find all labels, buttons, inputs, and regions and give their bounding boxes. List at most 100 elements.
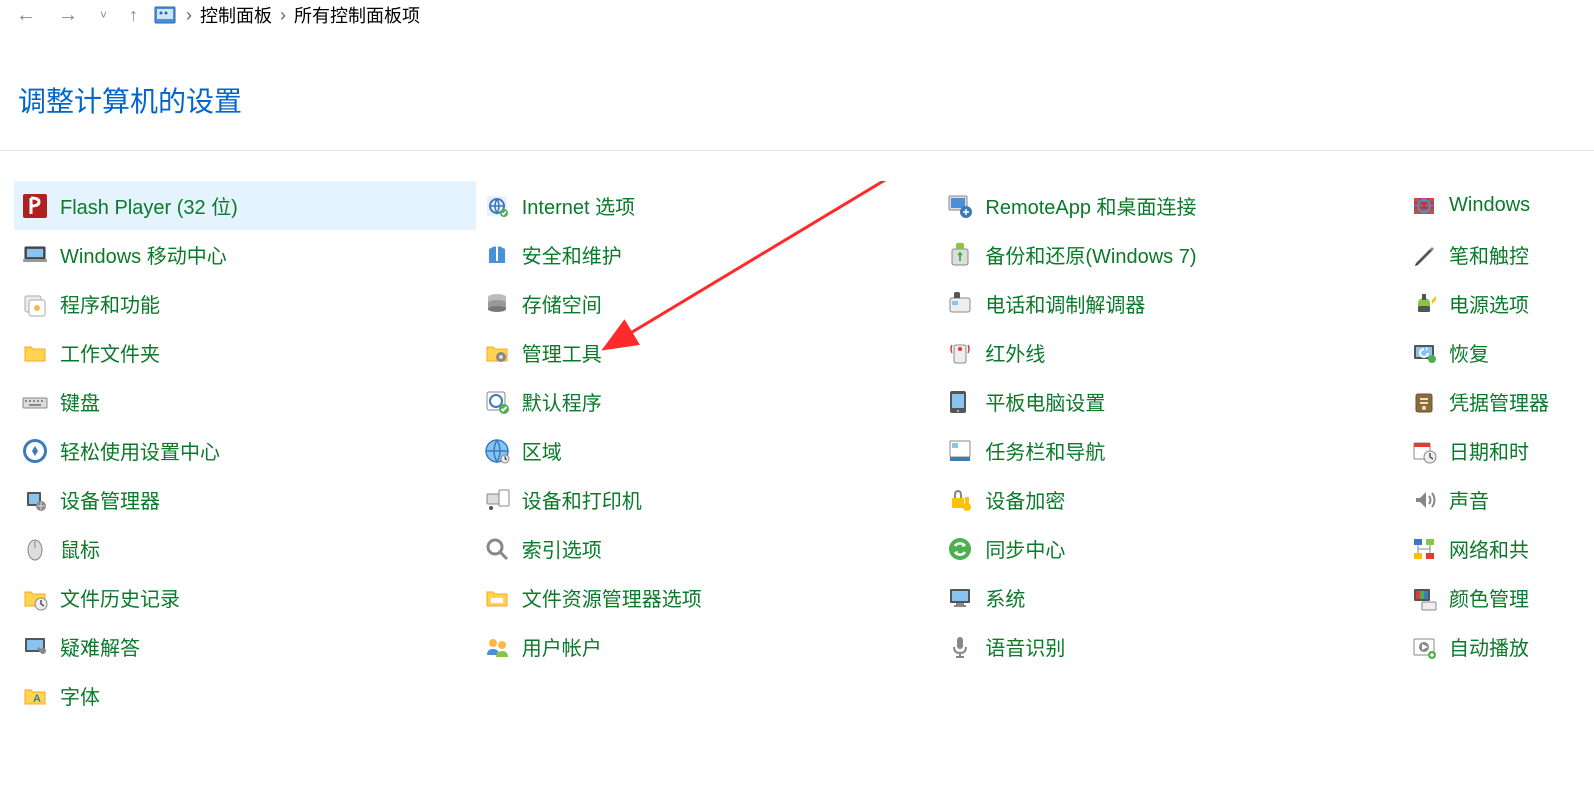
item-label: 管理工具 bbox=[522, 338, 602, 367]
control-panel-item[interactable]: 平板电脑设置 bbox=[939, 377, 1403, 426]
control-panel-item[interactable]: RemoteApp 和桌面连接 bbox=[939, 181, 1403, 230]
item-label: 字体 bbox=[60, 681, 100, 710]
item-label: 凭据管理器 bbox=[1449, 387, 1549, 416]
users-icon bbox=[482, 632, 512, 662]
control-panel-item[interactable]: 索引选项 bbox=[476, 524, 940, 573]
control-panel-item[interactable]: 键盘 bbox=[14, 377, 476, 426]
control-panel-item[interactable]: 文件历史记录 bbox=[14, 573, 476, 622]
speech-icon bbox=[945, 632, 975, 662]
breadcrumb-sep-icon: › bbox=[186, 5, 192, 26]
control-panel-item[interactable]: 用户帐户 bbox=[476, 622, 940, 671]
datetime-icon bbox=[1409, 436, 1439, 466]
control-panel-item[interactable]: 安全和维护 bbox=[476, 230, 940, 279]
item-label: 任务栏和导航 bbox=[985, 436, 1105, 465]
control-panel-item[interactable]: 工作文件夹 bbox=[14, 328, 476, 377]
control-panel-item[interactable]: 鼠标 bbox=[14, 524, 476, 573]
items-grid: Flash Player (32 位) Internet 选项RemoteApp … bbox=[14, 181, 1580, 720]
breadcrumb[interactable]: › 控制面板 › 所有控制面板项 bbox=[186, 2, 420, 28]
breadcrumb-item[interactable]: 所有控制面板项 bbox=[294, 2, 420, 28]
divider bbox=[0, 150, 1594, 151]
item-label: 设备加密 bbox=[985, 485, 1065, 514]
control-panel-item[interactable]: 电话和调制解调器 bbox=[939, 279, 1403, 328]
item-label: 疑难解答 bbox=[60, 632, 140, 661]
control-panel-item[interactable]: 区域 bbox=[476, 426, 940, 475]
security-icon bbox=[482, 240, 512, 270]
control-panel-item[interactable]: 设备加密 bbox=[939, 475, 1403, 524]
control-panel-item[interactable]: 自动播放 bbox=[1403, 622, 1580, 671]
region-icon bbox=[482, 436, 512, 466]
control-panel-item[interactable]: 声音 bbox=[1403, 475, 1580, 524]
item-label: 同步中心 bbox=[985, 534, 1065, 563]
item-label: Flash Player (32 位) bbox=[60, 191, 238, 220]
control-panel-item[interactable]: 电源选项 bbox=[1403, 279, 1580, 328]
control-panel-item[interactable]: 颜色管理 bbox=[1403, 573, 1580, 622]
item-label: 文件历史记录 bbox=[60, 583, 180, 612]
control-panel-item[interactable]: 轻松使用设置中心 bbox=[14, 426, 476, 475]
color-icon bbox=[1409, 583, 1439, 613]
control-panel-item[interactable]: 恢复 bbox=[1403, 328, 1580, 377]
control-panel-item[interactable]: 任务栏和导航 bbox=[939, 426, 1403, 475]
nav-up-icon[interactable]: ↑ bbox=[123, 5, 144, 26]
control-panel-item[interactable]: Flash Player (32 位) bbox=[14, 181, 476, 230]
item-label: Windows 移动中心 bbox=[60, 240, 227, 269]
control-panel-item[interactable]: 设备和打印机 bbox=[476, 475, 940, 524]
item-label: 恢复 bbox=[1449, 338, 1489, 367]
internet-icon bbox=[482, 191, 512, 221]
control-panel-item[interactable]: 管理工具 bbox=[476, 328, 940, 377]
network-icon bbox=[1409, 534, 1439, 564]
control-panel-item[interactable]: 网络和共 bbox=[1403, 524, 1580, 573]
item-label: 存储空间 bbox=[522, 289, 602, 318]
control-panel-item[interactable]: 红外线 bbox=[939, 328, 1403, 377]
control-panel-item[interactable]: 文件资源管理器选项 bbox=[476, 573, 940, 622]
explorer-icon bbox=[482, 583, 512, 613]
control-panel-item[interactable]: 程序和功能 bbox=[14, 279, 476, 328]
control-panel-item[interactable]: 同步中心 bbox=[939, 524, 1403, 573]
item-label: 颜色管理 bbox=[1449, 583, 1529, 612]
defaultprograms-icon bbox=[482, 387, 512, 417]
control-panel-item[interactable]: 凭据管理器 bbox=[1403, 377, 1580, 426]
devicemanager-icon bbox=[20, 485, 50, 515]
devices-icon bbox=[482, 485, 512, 515]
tablet-icon bbox=[945, 387, 975, 417]
control-panel-item[interactable]: 存储空间 bbox=[476, 279, 940, 328]
item-label: 用户帐户 bbox=[522, 632, 602, 661]
control-panel-item[interactable]: 疑难解答 bbox=[14, 622, 476, 671]
item-label: 区域 bbox=[522, 436, 562, 465]
control-panel-item[interactable]: 设备管理器 bbox=[14, 475, 476, 524]
taskbar-icon bbox=[945, 436, 975, 466]
navigation-bar: ← → ˅ ↑ › 控制面板 › 所有控制面板项 bbox=[0, 0, 1594, 30]
control-panel-item[interactable]: Internet 选项 bbox=[476, 181, 940, 230]
control-panel-item[interactable]: 系统 bbox=[939, 573, 1403, 622]
troubleshoot-icon bbox=[20, 632, 50, 662]
infrared-icon bbox=[945, 338, 975, 368]
autoplay-icon bbox=[1409, 632, 1439, 662]
item-label: 设备管理器 bbox=[60, 485, 160, 514]
item-label: 默认程序 bbox=[522, 387, 602, 416]
item-label: 平板电脑设置 bbox=[985, 387, 1105, 416]
item-label: 日期和时 bbox=[1449, 436, 1529, 465]
item-label: 备份和还原(Windows 7) bbox=[985, 240, 1196, 269]
breadcrumb-item[interactable]: 控制面板 bbox=[200, 2, 272, 28]
control-panel-item[interactable]: Windows bbox=[1403, 181, 1580, 230]
easeofaccess-icon bbox=[20, 436, 50, 466]
flash-icon bbox=[20, 191, 50, 221]
nav-dropdown-icon[interactable]: ˅ bbox=[94, 8, 113, 22]
item-label: 电话和调制解调器 bbox=[985, 289, 1145, 318]
control-panel-item[interactable]: 日期和时 bbox=[1403, 426, 1580, 475]
control-panel-item[interactable]: 笔和触控 bbox=[1403, 230, 1580, 279]
control-panel-item[interactable]: A字体 bbox=[14, 671, 484, 720]
filehistory-icon bbox=[20, 583, 50, 613]
admintools-icon bbox=[482, 338, 512, 368]
item-label: 轻松使用设置中心 bbox=[60, 436, 220, 465]
item-label: 安全和维护 bbox=[522, 240, 622, 269]
storage-icon bbox=[482, 289, 512, 319]
item-label: 程序和功能 bbox=[60, 289, 160, 318]
control-panel-item[interactable]: 备份和还原(Windows 7) bbox=[939, 230, 1403, 279]
nav-forward-icon[interactable]: → bbox=[52, 4, 84, 27]
nav-back-icon[interactable]: ← bbox=[10, 4, 42, 27]
control-panel-item[interactable]: Windows 移动中心 bbox=[14, 230, 476, 279]
control-panel-icon[interactable] bbox=[154, 4, 176, 26]
control-panel-item[interactable]: 语音识别 bbox=[939, 622, 1403, 671]
page-header: 调整计算机的设置 bbox=[0, 30, 1594, 150]
control-panel-item[interactable]: 默认程序 bbox=[476, 377, 940, 426]
